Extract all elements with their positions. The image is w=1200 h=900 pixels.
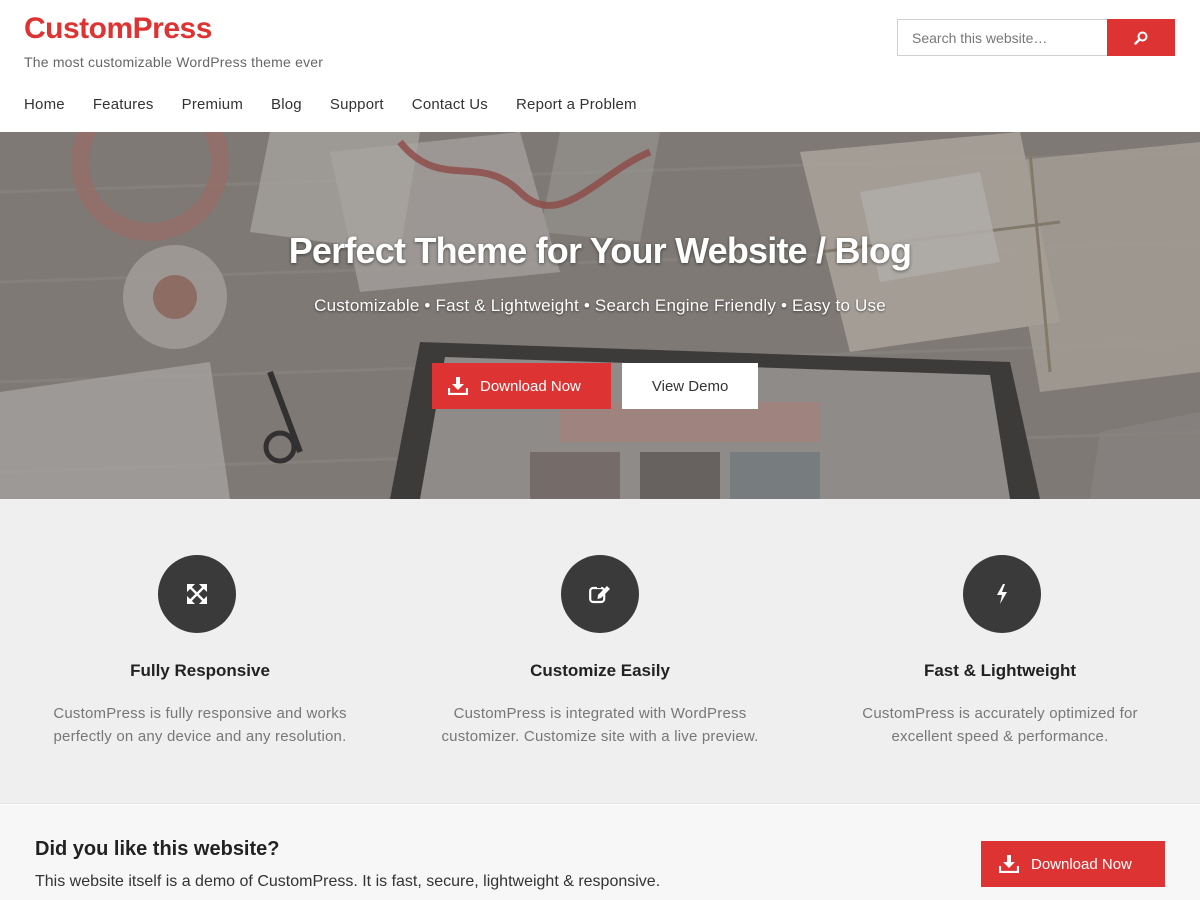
- hero-download-button[interactable]: Download Now: [432, 363, 611, 409]
- feature-title: Customize Easily: [530, 661, 670, 680]
- nav-item-support[interactable]: Support: [330, 96, 384, 113]
- feature-icon-circle: [158, 555, 236, 633]
- hero-download-label: Download Now: [480, 377, 581, 395]
- main-nav: Home Features Premium Blog Support Conta…: [24, 96, 665, 113]
- feature-icon-circle: [561, 555, 639, 633]
- nav-item-contact-us[interactable]: Contact Us: [412, 96, 488, 113]
- nav-item-home[interactable]: Home: [24, 96, 65, 113]
- search-input[interactable]: [897, 19, 1107, 56]
- hero-view-demo-button[interactable]: View Demo: [621, 363, 759, 409]
- search-button[interactable]: [1107, 19, 1175, 56]
- expand-icon: [187, 584, 207, 604]
- search-icon: [1134, 31, 1148, 45]
- hero-title: Perfect Theme for Your Website / Blog: [288, 230, 912, 271]
- cta-section: Did you like this website? This website …: [0, 805, 1200, 900]
- download-icon: [448, 377, 468, 395]
- feature-title: Fast & Lightweight: [923, 661, 1077, 680]
- cta-download-label: Download Now: [1031, 855, 1132, 873]
- site-header: CustomPress The most customizable WordPr…: [0, 0, 1200, 132]
- feature-icon-circle: [963, 555, 1041, 633]
- feature-text: CustomPress is integrated with WordPress…: [441, 705, 759, 745]
- site-tagline: The most customizable WordPress theme ev…: [24, 54, 324, 70]
- search-form: [897, 19, 1175, 56]
- nav-item-blog[interactable]: Blog: [271, 96, 302, 113]
- cta-text: This website itself is a demo of CustomP…: [35, 873, 661, 890]
- hero-subtitle: Customizable • Fast & Lightweight • Sear…: [314, 296, 886, 315]
- nav-item-features[interactable]: Features: [93, 96, 154, 113]
- edit-icon: [589, 584, 610, 604]
- features-section: Fully Responsive CustomPress is fully re…: [0, 499, 1200, 804]
- hero-section: Perfect Theme for Your Website / Blog Cu…: [0, 132, 1200, 499]
- cta-title: Did you like this website?: [35, 838, 280, 860]
- download-icon: [999, 855, 1019, 873]
- bolt-icon: [997, 584, 1007, 604]
- feature-title: Fully Responsive: [130, 661, 270, 680]
- feature-text: CustomPress is accurately optimized for …: [862, 705, 1138, 745]
- nav-item-premium[interactable]: Premium: [182, 96, 243, 113]
- cta-download-button[interactable]: Download Now: [981, 841, 1165, 887]
- hero-view-demo-label: View Demo: [651, 377, 729, 395]
- site-logo[interactable]: CustomPress: [24, 12, 212, 46]
- nav-item-report-a-problem[interactable]: Report a Problem: [516, 96, 637, 113]
- hero-buttons: Download Now View Demo: [432, 363, 759, 409]
- feature-text: CustomPress is fully responsive and work…: [53, 705, 347, 745]
